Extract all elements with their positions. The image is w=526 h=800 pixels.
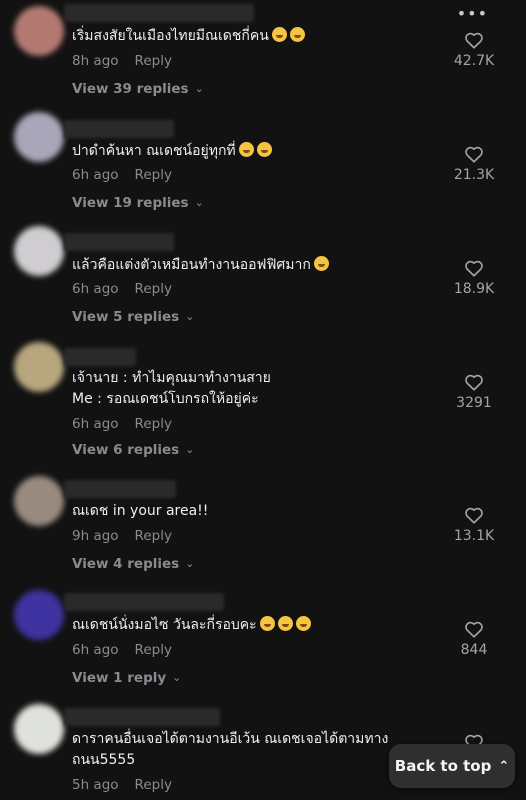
chevron-down-icon: ⌄ bbox=[194, 82, 204, 95]
comment-text: ณเดช in your area!! bbox=[72, 503, 209, 519]
heart-icon bbox=[465, 260, 483, 277]
username-blurred[interactable] bbox=[64, 593, 224, 611]
avatar[interactable] bbox=[14, 112, 64, 162]
reply-button[interactable]: Reply bbox=[135, 416, 172, 432]
chevron-down-icon: ⌄ bbox=[185, 310, 195, 323]
heart-icon bbox=[465, 621, 483, 638]
reply-button[interactable]: Reply bbox=[135, 642, 172, 658]
comment-text: ปาดำค้นหา ณเดชน์อยู่ทุกที่ bbox=[72, 141, 412, 162]
comment-text: ณเดชน์นั่งมอไซ วันละกี่รอบคะ bbox=[72, 615, 412, 636]
laughing-emoji-icon bbox=[259, 616, 275, 631]
timestamp: 5h ago bbox=[72, 777, 119, 793]
view-replies-button[interactable]: View 5 replies ⌄ bbox=[72, 309, 194, 325]
avatar[interactable] bbox=[14, 704, 64, 754]
like-button[interactable]: 21.3K bbox=[444, 145, 504, 183]
reply-button[interactable]: Reply bbox=[135, 281, 172, 297]
timestamp: 6h ago bbox=[72, 416, 119, 432]
comment-text: ดาราคนอื่นเจอได้ตามงานอีเว้น ณเดชเจอได้ต… bbox=[72, 731, 389, 768]
comment-meta: 9h ago Reply bbox=[72, 528, 172, 544]
like-button[interactable]: 42.7K bbox=[444, 31, 504, 69]
comment-meta: 6h ago Reply bbox=[72, 281, 172, 297]
comment-text: เริ่มสงสัยในเมืองไทยมีณเดชกี่คน bbox=[72, 26, 412, 47]
like-count: 18.9K bbox=[453, 281, 495, 297]
timestamp: 6h ago bbox=[72, 281, 119, 297]
chevron-down-icon: ⌄ bbox=[194, 196, 204, 209]
username-blurred[interactable] bbox=[64, 4, 254, 22]
comment-meta: 6h ago Reply bbox=[72, 167, 172, 183]
username-blurred[interactable] bbox=[64, 120, 174, 138]
comment-meta: 8h ago Reply bbox=[72, 53, 172, 69]
like-button[interactable]: 844 bbox=[444, 620, 504, 658]
reply-button[interactable]: Reply bbox=[135, 528, 172, 544]
username-blurred[interactable] bbox=[64, 480, 176, 498]
timestamp: 6h ago bbox=[72, 167, 119, 183]
username-blurred[interactable] bbox=[64, 348, 136, 366]
view-replies-button[interactable]: View 6 replies ⌄ bbox=[72, 442, 194, 458]
more-options-icon[interactable]: ••• bbox=[457, 4, 488, 23]
view-replies-button[interactable]: View 19 replies ⌄ bbox=[72, 195, 204, 211]
like-count: 13.1K bbox=[453, 528, 495, 544]
avatar[interactable] bbox=[14, 342, 64, 392]
chevron-down-icon: ⌄ bbox=[185, 443, 195, 456]
rofl-emoji-icon bbox=[313, 256, 329, 271]
heart-icon bbox=[465, 374, 483, 391]
avatar[interactable] bbox=[14, 476, 64, 526]
username-blurred[interactable] bbox=[64, 233, 174, 251]
like-count: 3291 bbox=[456, 395, 492, 411]
view-replies-button[interactable]: View 4 replies ⌄ bbox=[72, 556, 194, 572]
avatar[interactable] bbox=[14, 226, 64, 276]
timestamp: 6h ago bbox=[72, 642, 119, 658]
laughing-emoji-icon bbox=[277, 616, 293, 631]
view-replies-button[interactable]: View 1 reply ⌄ bbox=[72, 670, 181, 686]
heart-icon bbox=[465, 32, 483, 49]
timestamp: 9h ago bbox=[72, 528, 119, 544]
comment-meta: 6h ago Reply bbox=[72, 416, 172, 432]
like-button[interactable]: 13.1K bbox=[444, 506, 504, 544]
view-replies-button[interactable]: View 39 replies ⌄ bbox=[72, 81, 204, 97]
reply-button[interactable]: Reply bbox=[135, 777, 172, 793]
username-blurred[interactable] bbox=[64, 708, 220, 726]
like-count: 42.7K bbox=[453, 53, 495, 69]
comment-text: แล้วคือแต่งตัวเหมือนทำงานออฟฟิศมาก bbox=[72, 255, 412, 276]
comment-meta: 6h ago Reply bbox=[72, 642, 172, 658]
comment-meta: 5h ago Reply bbox=[72, 777, 172, 793]
like-count: 21.3K bbox=[453, 167, 495, 183]
rofl-emoji-icon bbox=[289, 27, 305, 42]
heart-icon bbox=[465, 146, 483, 163]
like-button[interactable]: 18.9K bbox=[444, 259, 504, 297]
avatar[interactable] bbox=[14, 590, 64, 640]
chevron-down-icon: ⌄ bbox=[172, 671, 182, 684]
timestamp: 8h ago bbox=[72, 53, 119, 69]
reply-button[interactable]: Reply bbox=[135, 53, 172, 69]
back-to-top-button[interactable]: Back to top ⌃ bbox=[389, 744, 515, 788]
laughing-emoji-icon bbox=[295, 616, 311, 631]
like-count: 844 bbox=[460, 642, 488, 658]
avatar[interactable] bbox=[14, 6, 64, 56]
like-button[interactable]: 3291 bbox=[444, 373, 504, 411]
heart-icon bbox=[465, 507, 483, 524]
rofl-emoji-icon bbox=[271, 27, 287, 42]
laughing-emoji-icon bbox=[238, 142, 254, 157]
reply-button[interactable]: Reply bbox=[135, 167, 172, 183]
chevron-down-icon: ⌄ bbox=[185, 557, 195, 570]
comment-text: เจ้านาย : ทำไมคุณมาทำงานสาย Me : รอณเดชน… bbox=[72, 370, 271, 407]
laughing-emoji-icon bbox=[256, 142, 272, 157]
double-chevron-up-icon: ⌃ bbox=[498, 758, 510, 774]
